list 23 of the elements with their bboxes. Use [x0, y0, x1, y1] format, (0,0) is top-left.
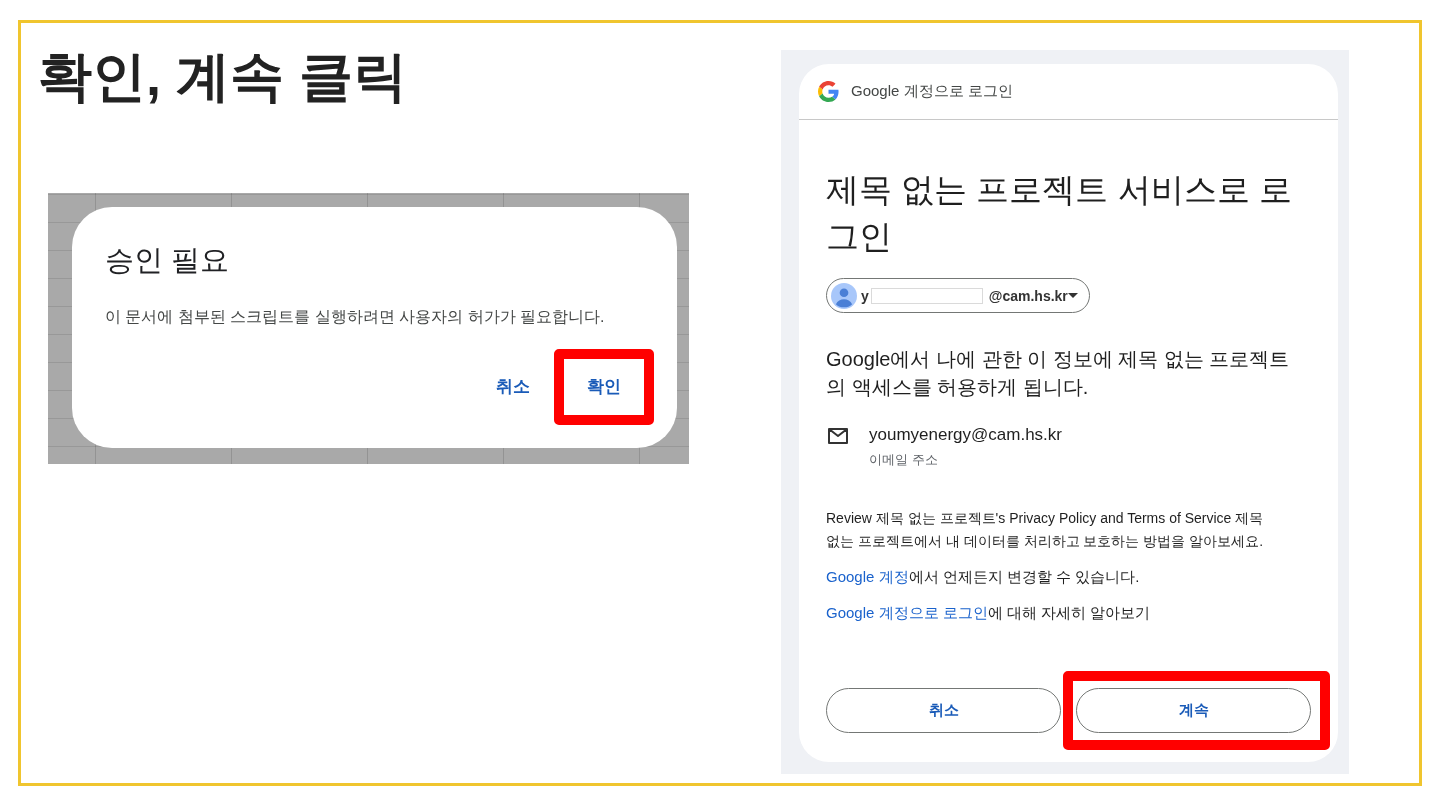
account-text: y	[861, 287, 869, 304]
caret-icon	[1067, 293, 1078, 298]
dialog-button[interactable]: 확인	[571, 367, 637, 407]
header-title: Google 계정으로 로그인	[851, 82, 1013, 101]
account-link[interactable]: Google 계정으로 로그인	[826, 604, 988, 621]
consent-text: Google에서 나에 관한 이 정보에 제목 없는 프로젝트의 액세스를 허용하게 됩니다.	[826, 347, 1291, 400]
logo-icon	[818, 81, 839, 102]
slide-heading: 확인, 계속 클릭	[38, 45, 407, 108]
info-text: Google 계정에서 언제든지 변경할 수 있습니다.	[826, 567, 1140, 587]
mail-icon	[828, 428, 848, 444]
dialog-message: 이 문서에 첨부된 스크립트를 실행하려면 사용자의 허가가 필요합니다.	[105, 307, 606, 327]
dialog-button[interactable]: 취소	[826, 688, 1061, 733]
dialog-button[interactable]: 취소	[480, 367, 546, 407]
email-value: youmyenergy@cam.hs.kr	[869, 424, 1062, 446]
signin-title: 제목 없는 프로젝트 서비스로 로그인	[826, 170, 1293, 257]
email-label: 이메일 주소	[869, 451, 938, 469]
info-text: Google 계정으로 로그인에 대해 자세히 알아보기	[826, 603, 1151, 623]
avatar-icon	[831, 282, 857, 309]
policy-text: Review 제목 없는 프로젝트's Privacy Policy and Terms of Service 제목 없는 프로젝트에서 내 데이터를 처리하고 보호하는 방법을 알아보세요.	[826, 509, 1265, 551]
dialog-title: 승인 필요	[105, 243, 231, 278]
dialog-button[interactable]: 계속	[1076, 688, 1311, 733]
account-text: @cam.hs.kr	[988, 287, 1068, 304]
account-link[interactable]: Google 계정	[826, 568, 909, 585]
